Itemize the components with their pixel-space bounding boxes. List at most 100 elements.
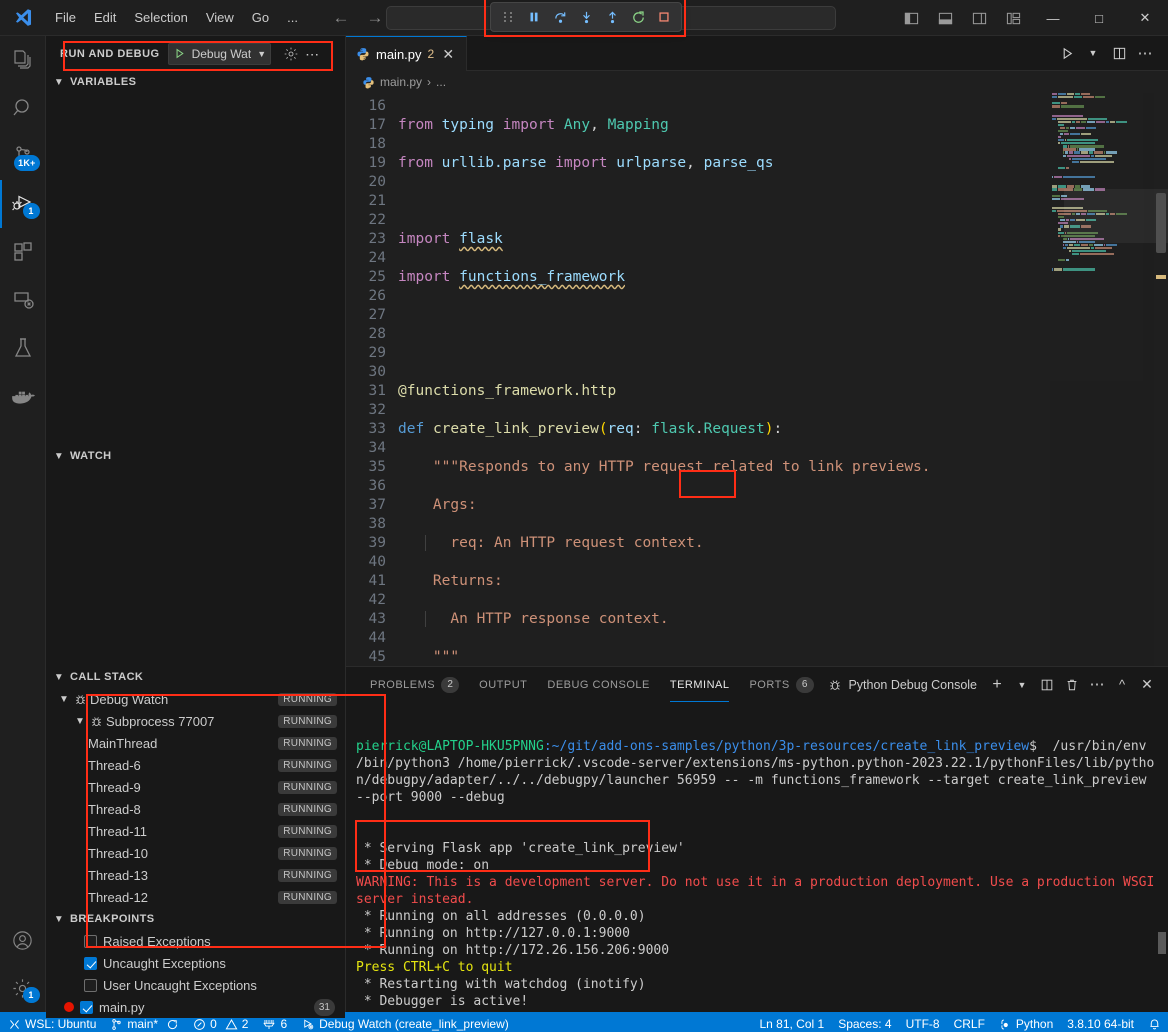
toggle-primary-sidebar-icon[interactable] <box>894 0 928 36</box>
call-stack-row[interactable]: ▼Debug WatchRUNNING <box>46 688 345 710</box>
sidebar-more-actions-icon[interactable]: ⋯ <box>305 49 319 59</box>
line-number-40[interactable]: 40 <box>346 553 386 572</box>
bell-icon[interactable] <box>1148 1017 1161 1031</box>
status-eol[interactable]: CRLF <box>947 1012 992 1032</box>
line-number-45[interactable]: 45 <box>346 648 386 666</box>
menu-more[interactable]: ... <box>278 7 307 28</box>
breakpoint-row[interactable]: Raised Exceptions <box>46 930 345 952</box>
maximize-panel-icon[interactable]: ^ <box>1111 674 1133 696</box>
start-debugging-icon[interactable] <box>173 47 186 60</box>
activitybar-item-search[interactable] <box>0 84 46 132</box>
chevron-down-icon[interactable]: ▼ <box>56 694 72 705</box>
step-over-button[interactable] <box>547 5 573 29</box>
close-window-button[interactable]: ✕ <box>1122 0 1168 36</box>
stop-button[interactable] <box>651 5 677 29</box>
line-number-43[interactable]: 43 <box>346 610 386 629</box>
kill-terminal-icon[interactable] <box>1061 674 1083 696</box>
panel-tab-output[interactable]: OUTPUT <box>469 667 537 702</box>
line-number-30[interactable]: 30 <box>346 363 386 382</box>
status-notifications[interactable] <box>1141 1012 1168 1032</box>
editor-tab-main-py[interactable]: main.py 2 ✕ <box>346 36 467 71</box>
panel-actions[interactable]: Python Debug Console+▼⋯^✕ <box>828 674 1168 696</box>
launch-configuration-dropdown[interactable]: Debug Wat ▼ <box>168 43 272 65</box>
window-controls[interactable]: — □ ✕ <box>894 0 1168 36</box>
line-number-35[interactable]: 35 <box>346 458 386 477</box>
go-forward-icon[interactable]: → <box>365 8 385 28</box>
line-number-29[interactable]: 29 <box>346 344 386 363</box>
panel-tab-problems[interactable]: PROBLEMS2 <box>360 667 469 702</box>
status-interpreter-version[interactable]: 3.8.10 64-bit <box>1060 1012 1141 1032</box>
run-python-file-icon[interactable] <box>1056 42 1078 64</box>
status-cursor-position[interactable]: Ln 81, Col 1 <box>752 1012 831 1032</box>
line-number-gutter[interactable]: 1617181920212223242526272829303132333435… <box>346 97 398 666</box>
panel-tab-terminal[interactable]: TERMINAL <box>660 667 740 702</box>
line-number-24[interactable]: 24 <box>346 249 386 268</box>
breakpoint-checkbox[interactable] <box>84 957 97 970</box>
line-number-26[interactable]: 26 <box>346 287 386 306</box>
line-number-44[interactable]: 44 <box>346 629 386 648</box>
line-number-28[interactable]: 28 <box>346 325 386 344</box>
status-language-mode[interactable]: Python <box>992 1012 1060 1032</box>
line-number-27[interactable]: 27 <box>346 306 386 325</box>
line-number-32[interactable]: 32 <box>346 401 386 420</box>
minimize-button[interactable]: — <box>1030 0 1076 36</box>
line-number-42[interactable]: 42 <box>346 591 386 610</box>
activitybar-item-extensions[interactable] <box>0 228 46 276</box>
terminal-output[interactable]: pierrick@LAPTOP-HKU5PNNG:~/git/add-ons-s… <box>346 702 1168 1012</box>
line-number-21[interactable]: 21 <box>346 192 386 211</box>
call-stack-row[interactable]: Thread-13RUNNING <box>46 864 345 886</box>
maximize-button[interactable]: □ <box>1076 0 1122 36</box>
minimap[interactable] <box>1050 93 1154 666</box>
call-stack-list[interactable]: ▼Debug WatchRUNNING▼Subprocess 77007RUNN… <box>46 688 345 908</box>
step-into-button[interactable] <box>573 5 599 29</box>
line-number-37[interactable]: 37 <box>346 496 386 515</box>
terminal-scrollbar-thumb[interactable] <box>1158 932 1166 954</box>
editor-actions[interactable]: ▼ ⋯ <box>1044 36 1168 71</box>
split-editor-right-icon[interactable] <box>1108 42 1130 64</box>
breakpoints-list[interactable]: Raised ExceptionsUncaught ExceptionsUser… <box>46 930 345 1018</box>
breakpoint-row[interactable]: main.py31 <box>46 996 345 1018</box>
panel-tab-ports[interactable]: PORTS6 <box>739 667 823 702</box>
breakpoint-dot-icon[interactable] <box>64 1002 74 1012</box>
minimap-slider[interactable] <box>1064 189 1168 243</box>
pause-button[interactable] <box>521 5 547 29</box>
menu-selection[interactable]: Selection <box>125 7 196 28</box>
breakpoint-checkbox[interactable] <box>80 1001 93 1014</box>
editor-scrollbar-thumb[interactable] <box>1156 193 1166 253</box>
active-terminal-name[interactable]: Python Debug Console <box>828 678 977 692</box>
activitybar-item-accounts[interactable] <box>0 916 46 964</box>
menu-edit[interactable]: Edit <box>85 7 125 28</box>
activitybar-item-explorer[interactable] <box>0 36 46 84</box>
line-number-19[interactable]: 19 <box>346 154 386 173</box>
status-bar-right[interactable]: Ln 81, Col 1 Spaces: 4 UTF-8 CRLF Python… <box>752 1012 1168 1032</box>
activitybar-item-remote-explorer[interactable] <box>0 276 46 324</box>
call-stack-row[interactable]: Thread-10RUNNING <box>46 842 345 864</box>
call-stack-row[interactable]: Thread-8RUNNING <box>46 798 345 820</box>
section-header-variables[interactable]: ▼ VARIABLES <box>46 71 345 93</box>
line-number-31[interactable]: 31 <box>346 382 386 401</box>
call-stack-row[interactable]: Thread-6RUNNING <box>46 754 345 776</box>
breadcrumb[interactable]: main.py › ... <box>346 71 1168 93</box>
editor-more-actions-icon[interactable]: ⋯ <box>1134 42 1156 64</box>
panel-tab-debug-console[interactable]: DEBUG CONSOLE <box>537 667 659 702</box>
breakpoint-row[interactable]: User Uncaught Exceptions <box>46 974 345 996</box>
activitybar-item-testing[interactable] <box>0 324 46 372</box>
menu-file[interactable]: File <box>46 7 85 28</box>
call-stack-row[interactable]: Thread-11RUNNING <box>46 820 345 842</box>
editor-tab-bar[interactable]: main.py 2 ✕ ▼ ⋯ <box>346 36 1168 71</box>
go-back-icon[interactable]: ← <box>331 8 351 28</box>
activitybar-item-source-control[interactable]: 1K+ <box>0 132 46 180</box>
line-number-33[interactable]: 33 <box>346 420 386 439</box>
section-header-breakpoints[interactable]: ▼ BREAKPOINTS <box>46 908 345 930</box>
menu-go[interactable]: Go <box>243 7 278 28</box>
line-number-38[interactable]: 38 <box>346 515 386 534</box>
open-launch-json-icon[interactable] <box>283 46 299 62</box>
activity-bar[interactable]: 1K+ 1 <box>0 36 46 1012</box>
breadcrumb-symbol[interactable]: ... <box>436 75 446 89</box>
line-number-36[interactable]: 36 <box>346 477 386 496</box>
code-editor[interactable]: 1617181920212223242526272829303132333435… <box>346 93 1168 666</box>
panel-more-actions-icon[interactable]: ⋯ <box>1086 674 1108 696</box>
line-number-18[interactable]: 18 <box>346 135 386 154</box>
chevron-down-icon[interactable]: ▼ <box>257 49 266 59</box>
step-out-button[interactable] <box>599 5 625 29</box>
